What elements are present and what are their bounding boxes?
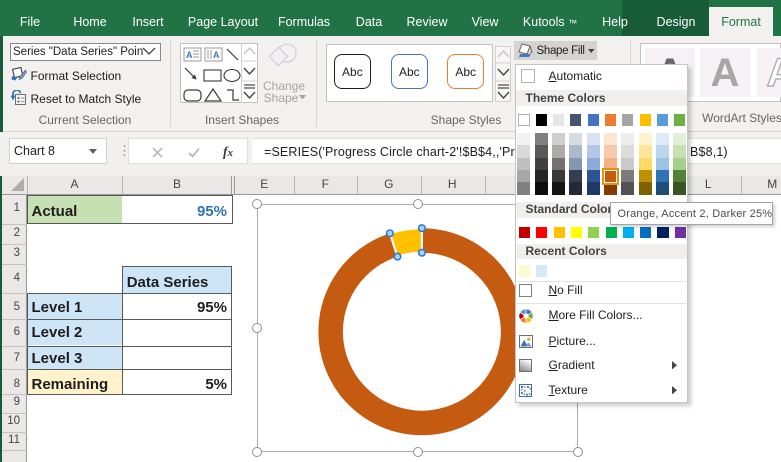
- svg-text:A: A: [213, 50, 220, 60]
- svg-text:A: A: [186, 50, 193, 60]
